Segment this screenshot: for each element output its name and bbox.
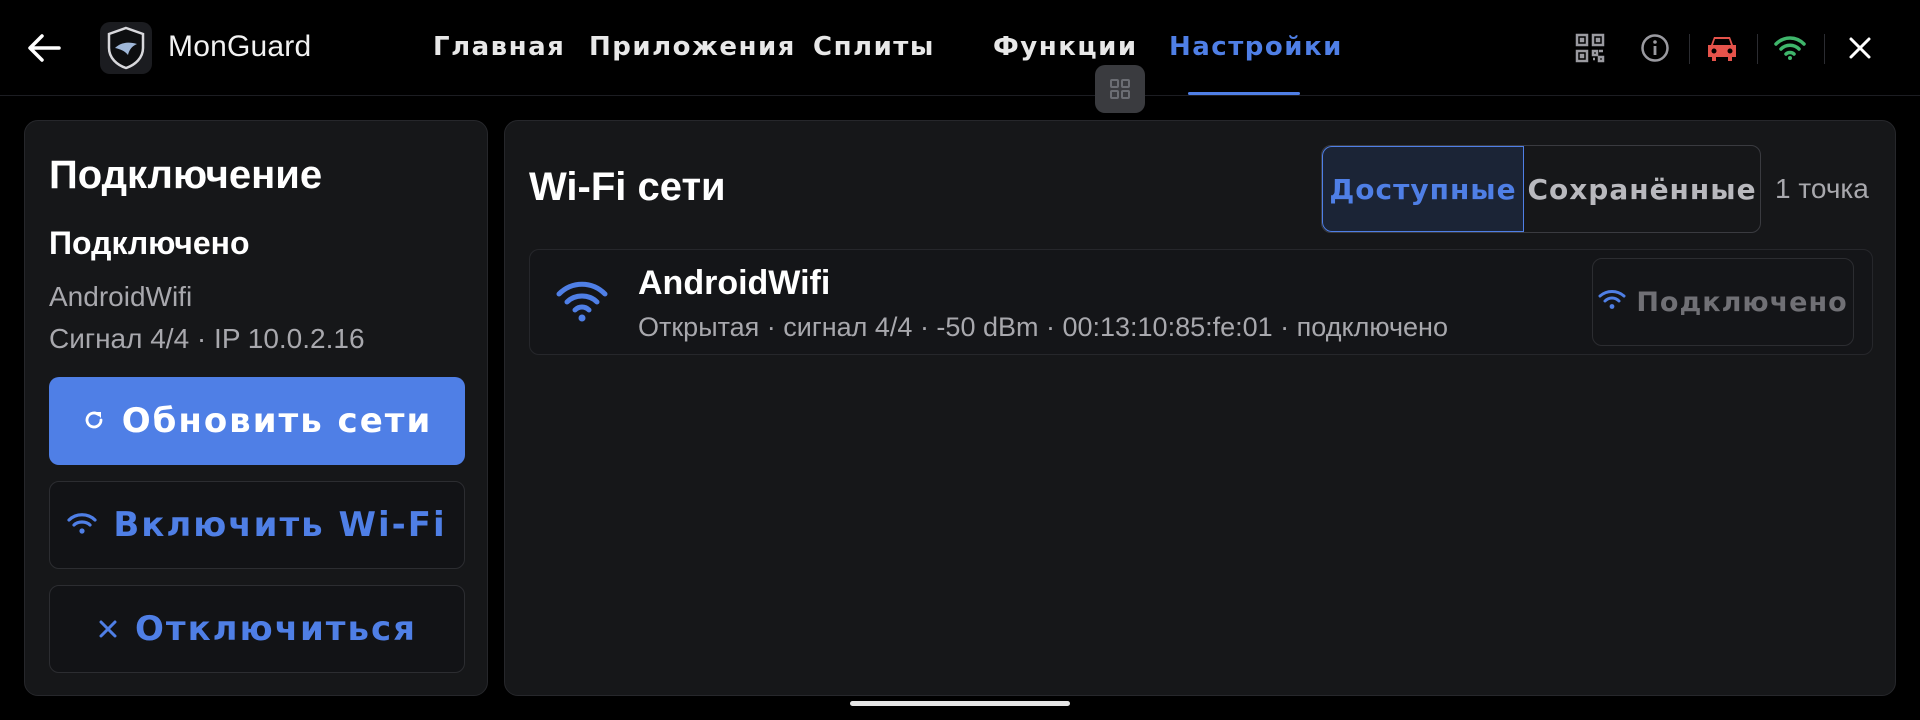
car-icon[interactable] (1702, 28, 1742, 68)
app-name: MonGuard (168, 30, 312, 63)
tab-apps[interactable]: Приложения (589, 32, 796, 62)
wifi-networks-panel: Wi-Fi сети Доступные Сохранённые 1 точка… (504, 120, 1896, 696)
connection-title: Подключение (49, 153, 323, 197)
top-bar: MonGuard Главная Приложения Сплиты Функц… (0, 0, 1920, 96)
disconnect-button[interactable]: Отключиться (49, 585, 465, 673)
tab-splits[interactable]: Сплиты (813, 32, 935, 62)
wifi-status-icon[interactable] (1770, 28, 1810, 68)
networks-title: Wi-Fi сети (529, 165, 726, 209)
tab-home[interactable]: Главная (433, 32, 565, 62)
shield-logo-icon (100, 22, 152, 74)
info-icon[interactable] (1635, 28, 1675, 68)
close-icon[interactable] (1840, 28, 1880, 68)
active-tab-indicator (1188, 92, 1300, 95)
enable-wifi-button[interactable]: Включить Wi-Fi (49, 481, 465, 569)
enable-wifi-label: Включить Wi-Fi (113, 505, 447, 545)
grid-handle-icon[interactable] (1095, 65, 1145, 113)
connection-status: Подключено (49, 225, 250, 261)
tab-settings[interactable]: Настройки (1169, 32, 1343, 62)
connection-panel: Подключение Подключено AndroidWifi Сигна… (24, 120, 488, 696)
divider (1689, 34, 1690, 64)
connected-badge-label: Подключено (1636, 286, 1848, 318)
network-ssid: AndroidWifi (638, 264, 831, 302)
wifi-icon (1598, 287, 1626, 318)
tab-saved[interactable]: Сохранённые (1524, 146, 1760, 232)
close-icon (97, 609, 119, 649)
refresh-networks-label: Обновить сети (121, 401, 433, 441)
home-indicator[interactable] (850, 701, 1070, 706)
access-point-count: 1 точка (1775, 173, 1869, 204)
refresh-icon (82, 401, 106, 441)
network-details: Открытая · сигнал 4/4 · -50 dBm · 00:13:… (638, 312, 1448, 342)
tab-available[interactable]: Доступные (1322, 146, 1524, 232)
refresh-networks-button[interactable]: Обновить сети (49, 377, 465, 465)
wifi-signal-icon (556, 280, 608, 324)
networks-segmented-control: Доступные Сохранённые (1321, 145, 1761, 233)
wifi-icon (67, 505, 97, 545)
signal-ip-info: Сигнал 4/4 · IP 10.0.2.16 (49, 323, 365, 354)
connected-ssid: AndroidWifi (49, 281, 193, 312)
tab-functions[interactable]: Функции (993, 32, 1138, 62)
disconnect-label: Отключиться (135, 609, 417, 649)
back-arrow-icon[interactable] (22, 26, 66, 70)
divider (1757, 34, 1758, 64)
connected-badge: Подключено (1592, 258, 1854, 346)
divider (1824, 34, 1825, 64)
network-row[interactable]: AndroidWifi Открытая · сигнал 4/4 · -50 … (529, 249, 1873, 355)
qr-code-icon[interactable] (1570, 28, 1610, 68)
